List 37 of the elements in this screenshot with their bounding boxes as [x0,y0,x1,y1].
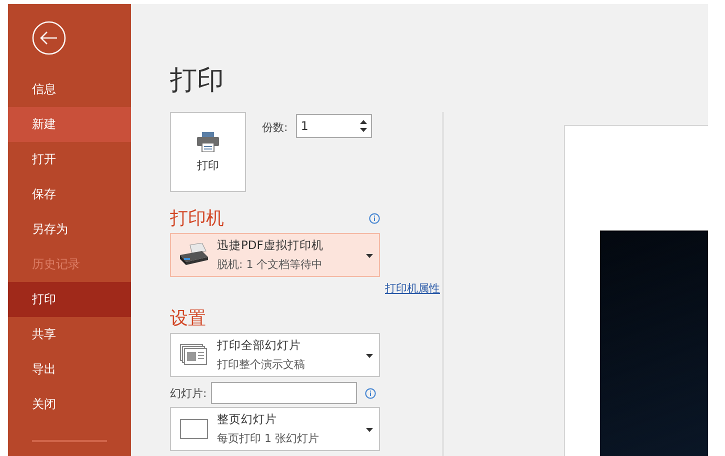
full-page-icon [180,419,208,439]
caret-icon [366,254,373,258]
slides-input-field[interactable] [210,382,357,404]
dropdown-subtitle: 打印整个演示文稿 [217,357,306,372]
settings-dropdown[interactable]: 整页幻灯片 每页打印 1 张幻灯片 [170,407,380,451]
slides-label: 幻灯片: [170,386,207,400]
sidebar-item[interactable]: 新建 [8,107,131,142]
sidebar-item[interactable]: 信息 [8,72,131,107]
caret-icon [366,428,373,432]
printer-status: 脱机: 1 个文档等待中 [217,257,324,272]
spinner-arrows-icon[interactable] [360,119,367,133]
caret-icon [366,354,373,358]
sidebar-item[interactable]: 打开 [8,142,131,177]
sidebar-item[interactable]: 另存为 [8,212,131,247]
sidebar-item[interactable]: 共享 [8,317,131,352]
sidebar-item[interactable]: 导出 [8,352,131,387]
printer-properties-link[interactable]: 打印机属性 [385,281,440,296]
dropdown-subtitle: 每页打印 1 张幻灯片 [217,431,320,446]
printer-name: 迅捷PDF虚拟打印机 [217,238,324,253]
settings-heading: 设置 [170,307,206,330]
printer-dropdown[interactable]: 迅捷PDF虚拟打印机 脱机: 1 个文档等待中 [170,233,380,277]
info-icon[interactable] [369,212,380,224]
dropdown-title: 整页幻灯片 [217,412,278,427]
printer-heading: 打印机 [170,207,224,230]
sidebar-item[interactable]: 保存 [8,177,131,212]
sidebar-item[interactable]: 关闭 [8,387,131,422]
copies-label: 份数: [262,120,288,135]
printer-icon [197,132,219,152]
sidebar-item[interactable]: 打印 [8,282,131,317]
settings-dropdown[interactable]: 打印全部幻灯片 打印整个演示文稿 [170,333,380,377]
info-icon[interactable] [364,388,376,398]
copies-spinner[interactable]: 1 [296,114,372,138]
dropdown-title: 打印全部幻灯片 [217,338,302,353]
slides-stack-icon [180,344,208,366]
page-title: 打印 [170,64,225,98]
print-button[interactable]: 打印 [170,112,246,192]
printer-icon [178,243,210,267]
